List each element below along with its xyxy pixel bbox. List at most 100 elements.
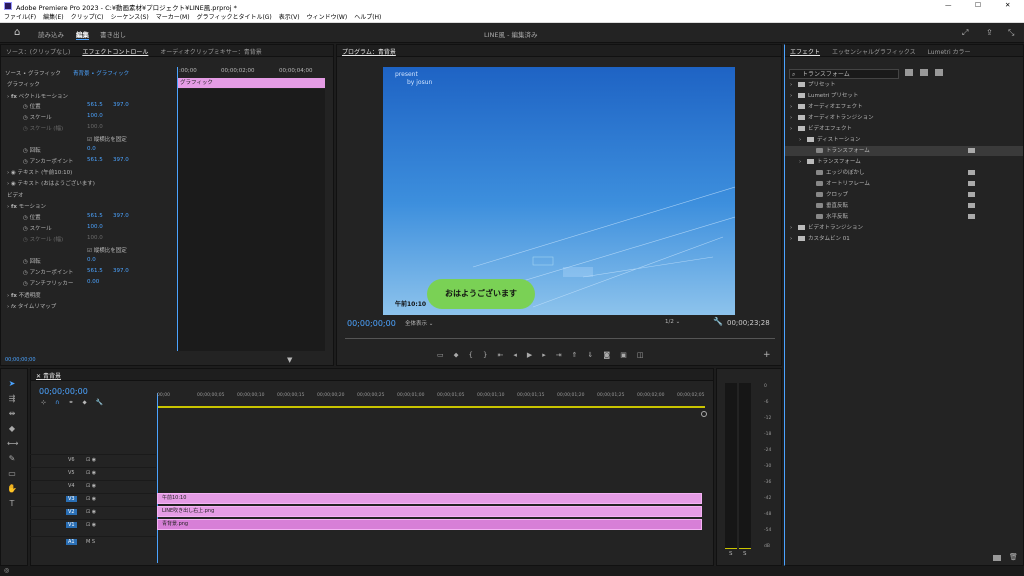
fit-dropdown[interactable]: 全体表示 ⌄: [405, 319, 433, 327]
tab-sequence[interactable]: ✕ 青背景: [31, 369, 66, 380]
rectangle-icon[interactable]: ▭: [7, 469, 17, 479]
effects-tree-item[interactable]: › カスタムビン 01: [790, 234, 1020, 244]
effects-tree-item[interactable]: › ビデオエフェクト: [790, 124, 1020, 134]
tab-essential-graphics[interactable]: エッセンシャルグラフィックス: [827, 45, 921, 56]
maximize-button[interactable]: ☐: [975, 1, 981, 9]
slip-icon[interactable]: ⟷: [7, 439, 18, 449]
timeline-ruler[interactable]: [157, 389, 705, 407]
value-pos-y-2[interactable]: 397.0: [113, 213, 129, 223]
track-header[interactable]: A1 M S: [30, 536, 156, 548]
chevron-right-icon[interactable]: ›: [799, 137, 807, 143]
selection-tool-icon[interactable]: ➤: [7, 379, 17, 389]
effects-tree-item[interactable]: 水平反転: [790, 212, 1020, 222]
mini-playhead[interactable]: [177, 67, 178, 351]
step-back-icon[interactable]: ◂: [513, 351, 527, 359]
track-label[interactable]: V6: [66, 457, 77, 463]
target-label[interactable]: 青背景 • グラフィック: [73, 69, 129, 79]
fx-text-time[interactable]: › ◉ テキスト (午前10:10): [7, 168, 72, 178]
ripple-edit-icon[interactable]: ⇹: [7, 409, 17, 419]
tab-export[interactable]: 書き出し: [100, 29, 126, 39]
track-header[interactable]: V4 ⊡ ◉: [30, 480, 156, 492]
chevron-right-icon[interactable]: ›: [790, 104, 798, 110]
settings-icon[interactable]: 🔧: [713, 317, 723, 326]
video-preview[interactable]: present by josun おはようございます 午前10:10: [383, 67, 735, 315]
menu-graphics[interactable]: グラフィックとタイトル(G): [197, 12, 272, 23]
fx-motion[interactable]: › fx モーション: [7, 202, 46, 212]
add-button[interactable]: +: [763, 350, 771, 360]
menu-view[interactable]: 表示(V): [279, 12, 300, 23]
link-icon[interactable]: ⚭: [68, 399, 82, 406]
value-rotation[interactable]: 0.0: [87, 146, 96, 156]
track-label[interactable]: V5: [66, 470, 77, 476]
eye-icon[interactable]: ⊡ ◉: [86, 457, 96, 463]
tab-source[interactable]: ソース：(クリップなし): [1, 45, 75, 56]
timeline-timecode[interactable]: 00;00;00;00: [39, 387, 88, 396]
tab-effects[interactable]: エフェクト: [785, 45, 825, 56]
fx-opacity[interactable]: › fx 不透明度: [7, 291, 41, 301]
expand-icon[interactable]: ⤡: [1008, 28, 1014, 38]
in-point-icon[interactable]: {: [469, 351, 483, 359]
uniform-scale-checkbox[interactable]: ☑ 縦横比を固定: [87, 135, 127, 145]
value-rotation-2[interactable]: 0.0: [87, 257, 96, 267]
track-header[interactable]: V5 ⊡ ◉: [30, 467, 156, 479]
track-header[interactable]: V6 ⊡ ◉: [30, 454, 156, 466]
effects-tree-item[interactable]: › プリセット: [790, 80, 1020, 90]
effects-tree-item[interactable]: エッジのぼかし: [790, 168, 1020, 178]
value-pos-x-2[interactable]: 561.5: [87, 213, 103, 223]
accelerated-filter-icon[interactable]: [905, 69, 913, 76]
chevron-right-icon[interactable]: ›: [799, 159, 807, 165]
value-anchor-y-2[interactable]: 397.0: [113, 268, 129, 278]
snap-icon[interactable]: ∩: [55, 399, 68, 406]
fx-text-greeting[interactable]: › ◉ テキスト (おはようございます): [7, 179, 95, 189]
filter-icon[interactable]: ▼: [287, 356, 292, 364]
value-anchor-y[interactable]: 397.0: [113, 157, 129, 167]
menu-sequence[interactable]: シーケンス(S): [111, 12, 149, 23]
step-forward-icon[interactable]: ▸: [542, 351, 556, 359]
mute-icon[interactable]: M S: [86, 539, 95, 545]
export-frame-icon[interactable]: ◙: [603, 351, 620, 359]
marker-icon[interactable]: ⬥: [454, 351, 469, 359]
multi-icon[interactable]: ◫: [637, 351, 654, 359]
home-icon[interactable]: ⌂: [14, 27, 20, 38]
delete-icon[interactable]: 🗑: [1009, 553, 1018, 561]
effects-tree-item[interactable]: › オーディオエフェクト: [790, 102, 1020, 112]
yuv-filter-icon[interactable]: [935, 69, 943, 76]
track-header[interactable]: V1 ⊡ ◉: [30, 519, 156, 531]
menu-window[interactable]: ウィンドウ(W): [307, 12, 348, 23]
share-icon[interactable]: ⇪: [986, 28, 993, 37]
fx-vector-motion[interactable]: › fx ベクトルモーション: [7, 92, 68, 102]
effects-tree-item[interactable]: クロップ: [790, 190, 1020, 200]
timeline-scroll-end[interactable]: [701, 411, 707, 417]
eye-icon[interactable]: ⊡ ◉: [86, 522, 96, 528]
eye-icon[interactable]: ⊡ ◉: [86, 509, 96, 515]
effects-tree-item[interactable]: › Lumetri プリセット: [790, 91, 1020, 101]
track-label[interactable]: V4: [66, 483, 77, 489]
timeline-clip[interactable]: 午前10:10: [157, 493, 702, 504]
close-button[interactable]: ✕: [1005, 1, 1010, 9]
eye-icon[interactable]: ⊡ ◉: [86, 496, 96, 502]
lift-icon[interactable]: ⇑: [572, 351, 588, 359]
tab-audio-mixer[interactable]: オーディオクリップミキサー：青背景: [155, 45, 266, 56]
timeline-playhead[interactable]: [157, 393, 158, 563]
effects-tree-item[interactable]: 垂直反転: [790, 201, 1020, 211]
chevron-right-icon[interactable]: ›: [790, 236, 798, 242]
nest-icon[interactable]: ⊹: [41, 399, 55, 406]
track-label[interactable]: A1: [66, 539, 77, 545]
track-select-icon[interactable]: ⇶: [7, 394, 17, 404]
timeline-clip[interactable]: 青背景.png: [157, 519, 702, 530]
tab-edit[interactable]: 編集: [76, 29, 89, 40]
chevron-right-icon[interactable]: ›: [790, 93, 798, 99]
track-label[interactable]: V2: [66, 509, 77, 515]
menu-clip[interactable]: クリップ(C): [71, 12, 104, 23]
value-pos-y[interactable]: 397.0: [113, 102, 129, 112]
tab-program[interactable]: プログラム：青背景: [337, 45, 401, 56]
status-icon[interactable]: ◎: [4, 567, 9, 574]
menu-edit[interactable]: 編集(E): [43, 12, 63, 23]
effects-tree-item[interactable]: オートリフレーム: [790, 179, 1020, 189]
program-scrub-bar[interactable]: [345, 335, 775, 339]
chevron-right-icon[interactable]: ›: [790, 115, 798, 121]
solo-right-button[interactable]: S: [743, 551, 747, 557]
play-button[interactable]: ▶: [527, 351, 542, 359]
chevron-right-icon[interactable]: ›: [790, 225, 798, 231]
track-header[interactable]: V3 ⊡ ◉: [30, 493, 156, 505]
